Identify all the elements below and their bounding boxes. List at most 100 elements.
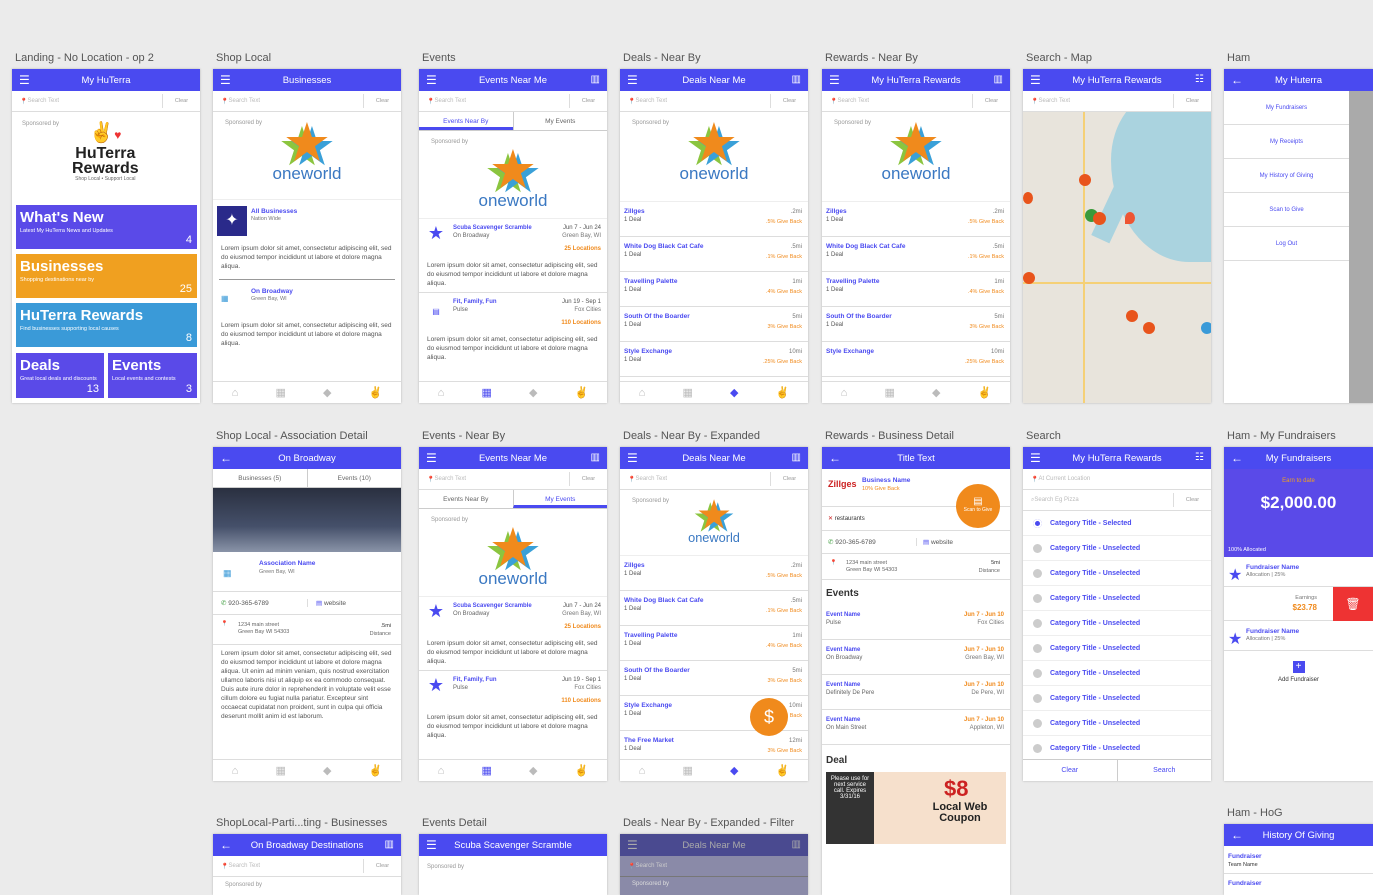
calendar-icon[interactable]: ▦	[275, 386, 285, 399]
list-item[interactable]: South Of the Boarder 1 Deal 5mi 3% Give Bac…	[822, 307, 1010, 342]
search-input[interactable]: 📍 Search Text Clear	[620, 91, 808, 112]
list-item[interactable]: White Dog Black Cat Cafe 1 Deal .5mi .1% Gi…	[822, 237, 1010, 272]
list-item[interactable]: Event Name Pulse Jun 7 - Jun 10 Fox Cities	[822, 605, 1010, 640]
menu-item-scan[interactable]: Scan to Give	[1224, 193, 1349, 227]
list-item[interactable]: ★ Scuba Scavenger Scramble On Broadway Jun …	[419, 597, 607, 635]
rewards-icon[interactable]: ✌	[575, 764, 589, 777]
clear-button[interactable]: Clear	[1023, 760, 1117, 781]
tab-events-near-by[interactable]: Events Near By	[419, 490, 513, 508]
tab-businesses[interactable]: Businesses (5)	[213, 469, 307, 487]
menu-icon[interactable]: ☰	[627, 72, 638, 88]
tile-events[interactable]: Events Local events and contests 3	[108, 353, 197, 398]
rewards-icon[interactable]: ✌	[575, 386, 589, 399]
tag-icon[interactable]: ◆	[529, 764, 537, 777]
clear-button[interactable]: Clear	[569, 94, 607, 108]
list-item[interactable]: ▦ On Broadway Green Bay, WI	[219, 279, 395, 317]
back-arrow-icon[interactable]: ←	[1231, 450, 1243, 466]
category-option[interactable]: Category Title - Unselected	[1023, 586, 1211, 611]
map-icon[interactable]: ▥	[792, 72, 801, 88]
add-fundraiser-button[interactable]: + Add Fundraiser	[1224, 651, 1373, 683]
menu-icon[interactable]: ☰	[1030, 450, 1041, 466]
location-input[interactable]: 📍 At Current Location	[1023, 469, 1211, 490]
scan-to-give-button[interactable]: ▤ Scan to Give	[956, 484, 1000, 528]
list-item[interactable]: Zillges 1 Deal .2mi .5% Give Back	[822, 202, 1010, 237]
rewards-icon[interactable]: ✌	[776, 386, 790, 399]
clear-button[interactable]: Clear	[363, 94, 401, 108]
tile-whats-new[interactable]: What's New Latest My HuTerra News and Upd…	[16, 205, 197, 249]
map-icon[interactable]: ▥	[591, 72, 600, 88]
list-item[interactable]: Event Name On Main Street Jun 7 - Jun 10 Ap…	[822, 710, 1010, 745]
home-icon[interactable]: ⌂	[232, 765, 239, 777]
menu-item-fundraisers[interactable]: My Fundraisers	[1224, 91, 1349, 125]
map-icon[interactable]: ▥	[385, 837, 394, 853]
tile-deals[interactable]: Deals Great local deals and discounts 13	[16, 353, 104, 398]
list-item[interactable]: ▤ Fit, Family, Fun Pulse Jun 19 - Sep 1 Fox …	[419, 293, 607, 331]
list-item[interactable]: South Of the Boarder 1 Deal 5mi 3% Give Bac…	[620, 661, 808, 696]
list-item[interactable]: Event Name On Broadway Jun 7 - Jun 10 Green…	[822, 640, 1010, 675]
menu-item-receipts[interactable]: My Receipts	[1224, 125, 1349, 159]
search-input[interactable]: 📍 Search Text Clear	[620, 469, 808, 490]
map-view[interactable]	[1023, 112, 1211, 403]
tab-my-events[interactable]: My Events	[512, 490, 607, 508]
menu-icon[interactable]: ☰	[426, 837, 437, 853]
menu-icon[interactable]: ☰	[627, 837, 638, 853]
clear-button[interactable]: Clear	[1173, 94, 1211, 108]
home-icon[interactable]: ⌂	[232, 387, 239, 399]
calendar-icon[interactable]: ▦	[682, 764, 692, 777]
search-input[interactable]: 📍 Search Text Clear	[822, 91, 1010, 112]
map-icon[interactable]: ▥	[792, 837, 801, 853]
clear-button[interactable]: Clear	[162, 94, 200, 108]
menu-icon[interactable]: ☰	[220, 72, 231, 88]
tag-icon[interactable]: ◆	[730, 764, 738, 777]
tile-businesses[interactable]: Businesses Shopping destinations near by 2…	[16, 254, 197, 298]
tile-huterra-rewards[interactable]: HuTerra Rewards Find businesses supportin…	[16, 303, 197, 347]
tab-events[interactable]: Events (10)	[306, 469, 402, 487]
list-item[interactable]: White Dog Black Cat Cafe 1 Deal .5mi .1% Gi…	[620, 237, 808, 272]
search-input[interactable]: ⌕ Search Eg Pizza Clear	[1023, 490, 1211, 511]
back-arrow-icon[interactable]: ←	[1231, 827, 1243, 843]
search-input[interactable]: 📍 Search Text Clear	[419, 469, 607, 490]
list-icon[interactable]: ☷	[1195, 72, 1204, 88]
category-option[interactable]: Category Title - Selected	[1023, 511, 1211, 536]
calendar-icon[interactable]: ▦	[682, 386, 692, 399]
tab-my-events[interactable]: My Events	[512, 112, 608, 130]
menu-item-history[interactable]: My History of Giving	[1224, 159, 1349, 193]
clear-button[interactable]: Clear	[363, 859, 401, 873]
delete-icon[interactable]: 🗑	[1333, 587, 1373, 621]
give-fab-button[interactable]: $	[750, 698, 788, 736]
clear-button[interactable]: Clear	[1173, 493, 1211, 507]
list-item[interactable]: Travelling Palette 1 Deal 1mi .4% Give Back	[822, 272, 1010, 307]
back-arrow-icon[interactable]: ←	[220, 450, 232, 466]
search-input[interactable]: 📍 Search Text Clear	[213, 91, 401, 112]
tag-icon[interactable]: ◆	[932, 386, 940, 399]
calendar-icon[interactable]: ▦	[481, 764, 491, 777]
map-icon[interactable]: ▥	[591, 450, 600, 466]
category-option[interactable]: Category Title - Unselected	[1023, 736, 1211, 761]
search-input[interactable]: 📍 Search Text Clear	[213, 856, 401, 877]
list-item[interactable]: Earnings $23.78 🗑	[1224, 587, 1373, 621]
list-item[interactable]: White Dog Black Cat Cafe 1 Deal .5mi .1% Gi…	[620, 591, 808, 626]
rewards-icon[interactable]: ✌	[369, 386, 383, 399]
list-item[interactable]: Style Exchange 10mi .25% Give Back	[822, 342, 1010, 377]
list-icon[interactable]: ☷	[1195, 450, 1204, 466]
calendar-icon[interactable]: ▦	[481, 386, 491, 399]
home-icon[interactable]: ⌂	[438, 765, 445, 777]
search-input[interactable]: 📍 Search Text Clear	[419, 91, 607, 112]
list-item[interactable]: ✦ All Businesses Nation Wide	[213, 200, 401, 240]
clear-button[interactable]: Clear	[770, 94, 808, 108]
tag-icon[interactable]: ◆	[730, 386, 738, 399]
category-option[interactable]: Category Title - Unselected	[1023, 711, 1211, 736]
rewards-icon[interactable]: ✌	[776, 764, 790, 777]
menu-icon[interactable]: ☰	[1030, 72, 1041, 88]
category-option[interactable]: Category Title - Unselected	[1023, 536, 1211, 561]
tab-events-near-by[interactable]: Events Near By	[419, 112, 513, 130]
back-arrow-icon[interactable]: ←	[1231, 72, 1243, 88]
menu-icon[interactable]: ☰	[19, 72, 30, 88]
home-icon[interactable]: ⌂	[639, 387, 646, 399]
home-icon[interactable]: ⌂	[438, 387, 445, 399]
search-input[interactable]: 📍 Search Text Clear	[12, 91, 200, 112]
list-item[interactable]: ★ Fundraiser Name Allocation | 25%	[1224, 557, 1373, 587]
search-input[interactable]: 📍 Search Text	[620, 856, 808, 877]
tag-icon[interactable]: ◆	[323, 764, 331, 777]
clear-button[interactable]: Clear	[972, 94, 1010, 108]
